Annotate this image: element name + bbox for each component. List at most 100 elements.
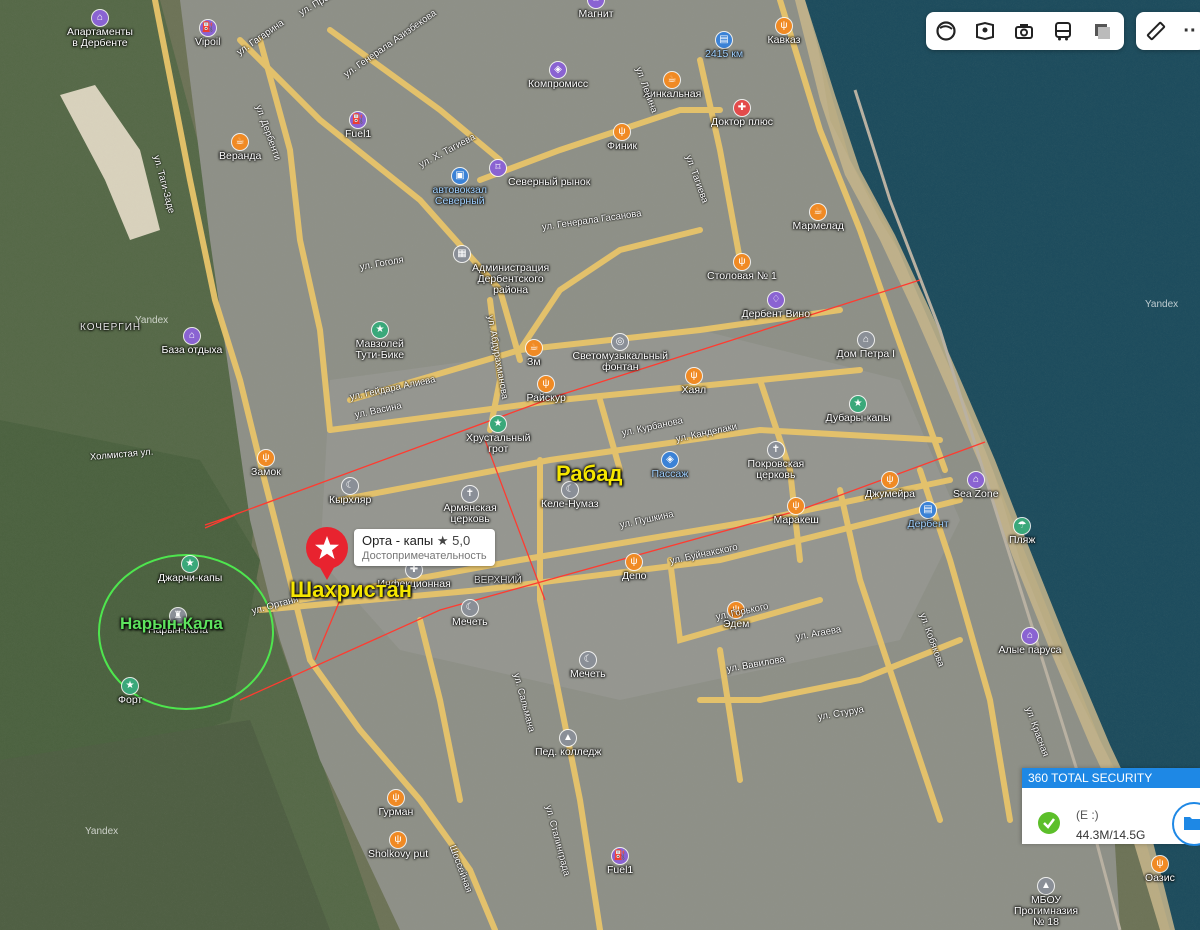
fork-icon[interactable]: ψ bbox=[734, 254, 750, 270]
mosque-icon[interactable]: ☾ bbox=[342, 478, 358, 494]
fork-icon[interactable]: ψ bbox=[686, 368, 702, 384]
bed-icon[interactable]: ⌂ bbox=[968, 472, 984, 488]
star-icon[interactable]: ★ bbox=[122, 678, 138, 694]
building-icon[interactable]: ▦ bbox=[454, 246, 470, 262]
fork-icon[interactable]: ψ bbox=[538, 376, 554, 392]
fork-icon[interactable]: ψ bbox=[626, 554, 642, 570]
cart-icon[interactable]: ⌑ bbox=[490, 160, 506, 176]
poi-label-armyan[interactable]: Армянская церковь bbox=[444, 503, 497, 525]
poi-label-mbou[interactable]: МБОУ Прогимназия № 18 bbox=[1014, 895, 1078, 928]
star-icon[interactable]: ★ bbox=[850, 396, 866, 412]
poi-label-kyrkhlyar[interactable]: Кырхляр bbox=[329, 495, 371, 506]
map-canvas[interactable]: ⌂Апартаментыв Дербенте⛽Vipoil⌑МагнитψКав… bbox=[0, 0, 1200, 930]
poi-label-khayal[interactable]: Хаял bbox=[682, 385, 707, 396]
poi-label-passazh[interactable]: Пассаж bbox=[652, 469, 689, 480]
poi-label-raykur[interactable]: Райскур bbox=[527, 393, 566, 404]
poi-label-dubary[interactable]: Дубары-капы bbox=[826, 413, 891, 424]
poi-label-pokrov[interactable]: Покровская церковь bbox=[748, 459, 805, 481]
poi-label-zamok[interactable]: Замок bbox=[251, 467, 281, 478]
cafe-icon[interactable]: ☕ bbox=[810, 204, 826, 220]
poi-label-kavkaz[interactable]: Кавказ bbox=[768, 35, 801, 46]
poi-label-km[interactable]: 2415 км bbox=[705, 49, 743, 60]
poi-label-dzharchi[interactable]: Джарчи-капы bbox=[158, 573, 222, 584]
school-icon[interactable]: ▲ bbox=[560, 730, 576, 746]
rail-icon[interactable]: ▤ bbox=[920, 502, 936, 518]
church-icon[interactable]: ✝ bbox=[462, 486, 478, 502]
poi-label-magnit[interactable]: Магнит bbox=[579, 9, 614, 20]
health-icon[interactable]: ✚ bbox=[734, 100, 750, 116]
fork-icon[interactable]: ψ bbox=[614, 124, 630, 140]
school-icon[interactable]: ▲ bbox=[1038, 878, 1054, 894]
poi-label-dzhumeira[interactable]: Джумейра bbox=[865, 489, 915, 500]
wine-icon[interactable]: ♢ bbox=[768, 292, 784, 308]
poi-label-fuel1b[interactable]: Fuel1 bbox=[607, 865, 633, 876]
fuel-icon[interactable]: ⛽ bbox=[200, 20, 216, 36]
bed-icon[interactable]: ⌂ bbox=[1022, 628, 1038, 644]
poi-label-avtovokzal[interactable]: автовокзал Северный bbox=[433, 185, 488, 207]
fork-icon[interactable]: ψ bbox=[258, 450, 274, 466]
fuel-icon[interactable]: ⛽ bbox=[350, 112, 366, 128]
transport-button[interactable] bbox=[1043, 12, 1082, 50]
poi-label-alye[interactable]: Алые паруса bbox=[999, 645, 1062, 656]
church-icon[interactable]: ✝ bbox=[768, 442, 784, 458]
poi-label-derbent_vino[interactable]: Дербент Вино bbox=[742, 309, 811, 320]
beach-icon[interactable]: ☂ bbox=[1014, 518, 1030, 534]
panorama-button[interactable] bbox=[965, 12, 1004, 50]
bed-icon[interactable]: ⌂ bbox=[184, 328, 200, 344]
poi-label-seazone[interactable]: Sea Zone bbox=[953, 489, 999, 500]
traffic-button[interactable] bbox=[1082, 12, 1121, 50]
shop-icon[interactable]: ◈ bbox=[550, 62, 566, 78]
poi-label-administraciya[interactable]: Администрация Дербентского района bbox=[472, 263, 549, 296]
open-folder-button[interactable] bbox=[1172, 802, 1200, 846]
fountain-icon[interactable]: ◎ bbox=[612, 334, 628, 350]
poi-label-kompromiss[interactable]: Компромисс bbox=[528, 79, 588, 90]
shop-icon[interactable]: ◈ bbox=[662, 452, 678, 468]
poi-label-mermelad[interactable]: Мармелад bbox=[793, 221, 844, 232]
poi-label-stolovaya[interactable]: Столовая № 1 bbox=[707, 271, 777, 282]
fork-icon[interactable]: ψ bbox=[776, 18, 792, 34]
poi-label-ped[interactable]: Пед. колледж bbox=[535, 747, 601, 758]
fuel-icon[interactable]: ⛽ bbox=[612, 848, 628, 864]
poi-label-oazis[interactable]: Оазис bbox=[1145, 873, 1175, 884]
poi-label-veranda[interactable]: Веранда bbox=[219, 151, 261, 162]
poi-label-sholkovy[interactable]: Sholkovy put bbox=[368, 849, 428, 860]
bus-icon[interactable]: ▣ bbox=[452, 168, 468, 184]
rail-icon[interactable]: ▤ bbox=[716, 32, 732, 48]
fork-icon[interactable]: ψ bbox=[390, 832, 406, 848]
cafe-icon[interactable]: ☕ bbox=[232, 134, 248, 150]
poi-label-fort[interactable]: Форт bbox=[118, 695, 142, 706]
poi-label-vipoil[interactable]: Vipoil bbox=[195, 37, 221, 48]
fork-icon[interactable]: ψ bbox=[788, 498, 804, 514]
more-button[interactable]: ·· bbox=[1175, 12, 1200, 50]
mosque-icon[interactable]: ☾ bbox=[580, 652, 596, 668]
fork-icon[interactable]: ψ bbox=[388, 790, 404, 806]
poi-label-finik[interactable]: Финик bbox=[607, 141, 637, 152]
place-callout[interactable]: Орта - капы ★ 5,0 Достопримечательность bbox=[354, 529, 495, 566]
museum-icon[interactable]: ⌂ bbox=[858, 332, 874, 348]
bed-icon[interactable]: ⌂ bbox=[92, 10, 108, 26]
poi-label-svetomuz[interactable]: Светомузыкальный фонтан bbox=[573, 351, 668, 373]
star-icon[interactable]: ★ bbox=[372, 322, 388, 338]
layers-button[interactable] bbox=[926, 12, 965, 50]
star-icon[interactable]: ★ bbox=[182, 556, 198, 572]
fork-icon[interactable]: ψ bbox=[882, 472, 898, 488]
cafe-icon[interactable]: ☕ bbox=[526, 340, 542, 356]
poi-label-dom_petra[interactable]: Дом Петра I bbox=[837, 349, 896, 360]
poi-label-plyazh[interactable]: Пляж bbox=[1009, 535, 1035, 546]
poi-label-zm[interactable]: Зм bbox=[527, 357, 541, 368]
poi-label-gurman[interactable]: Гурман bbox=[379, 807, 414, 818]
ruler-button[interactable] bbox=[1136, 12, 1175, 50]
selected-place-marker[interactable] bbox=[304, 526, 350, 580]
poi-label-maraksh[interactable]: Маракеш bbox=[774, 515, 819, 526]
poi-label-apartamenty[interactable]: Апартаменты в Дербенте bbox=[67, 27, 133, 49]
photo-button[interactable] bbox=[1004, 12, 1043, 50]
poi-label-fuel1[interactable]: Fuel1 bbox=[345, 129, 371, 140]
cafe-icon[interactable]: ☕ bbox=[664, 72, 680, 88]
poi-label-mechet1[interactable]: Мечеть bbox=[452, 617, 488, 628]
mosque-icon[interactable]: ☾ bbox=[462, 600, 478, 616]
poi-label-mavzoley[interactable]: Мавзолей Тути-Бике bbox=[356, 339, 405, 361]
poi-label-baza[interactable]: База отдыха bbox=[162, 345, 223, 356]
poi-label-derbent_st[interactable]: Дербент bbox=[908, 519, 949, 530]
poi-label-severny_rynok[interactable]: Северный рынок bbox=[508, 177, 590, 188]
poi-label-khrustal[interactable]: Хрустальный грот bbox=[466, 433, 530, 455]
